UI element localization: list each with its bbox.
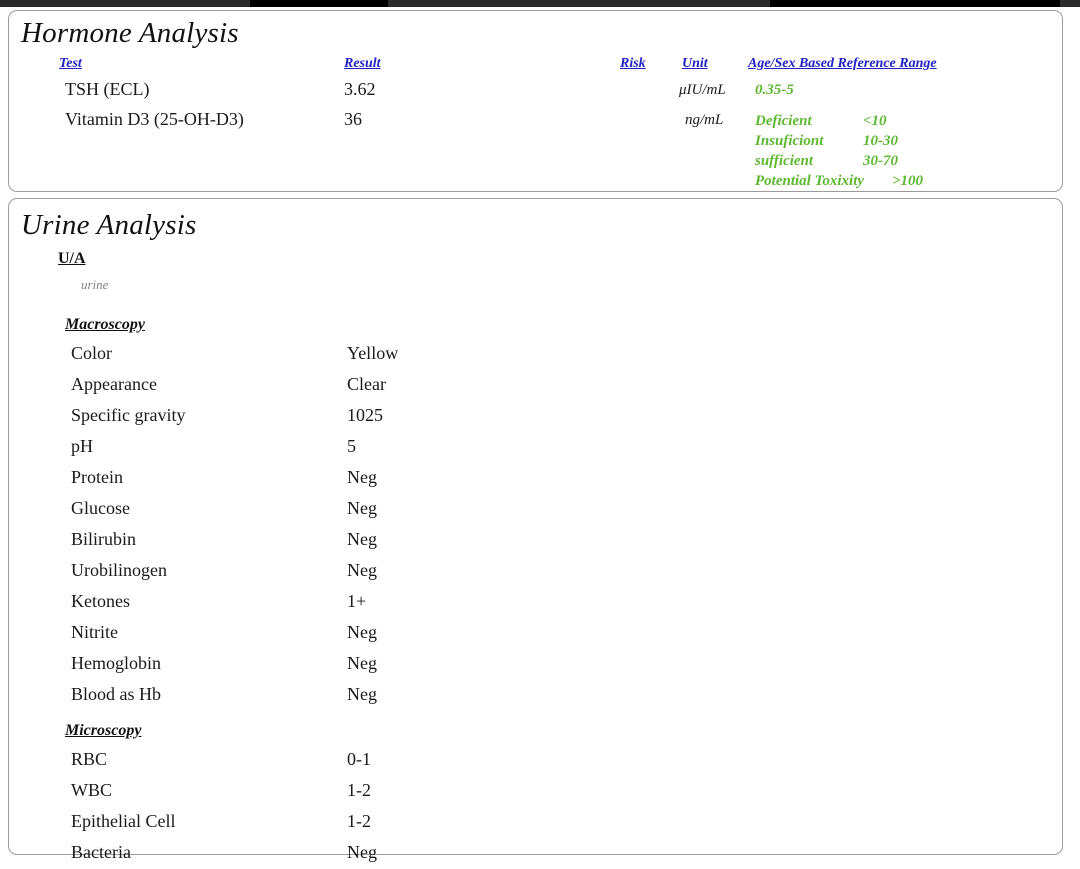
result-value: Neg	[347, 467, 377, 487]
result-label: Appearance	[71, 374, 157, 394]
result-label: Color	[71, 343, 113, 363]
column-header-reference-range: Age/Sex Based Reference Range	[748, 56, 937, 71]
result-label: Bacteria	[71, 842, 131, 862]
reference-range-label: sufficient	[755, 153, 814, 169]
result-label: Ketones	[71, 591, 130, 611]
result-label: Epithelial Cell	[71, 811, 176, 831]
result-value: Clear	[347, 374, 386, 394]
result-label: WBC	[71, 780, 113, 800]
result-value: Neg	[347, 842, 377, 862]
top-clipped-bar	[0, 0, 1080, 7]
result-value: 1+	[347, 591, 367, 611]
urine-analysis-panel: Urine Analysis U/A urine Macroscopy Colo…	[8, 198, 1063, 862]
result-value: Neg	[347, 560, 377, 580]
reference-range-value: 10-30	[863, 133, 898, 149]
urine-section-title: Urine Analysis	[21, 209, 197, 241]
table-row-result: 3.62	[344, 79, 376, 99]
column-header-risk: Risk	[620, 56, 646, 71]
result-value: 1-2	[347, 780, 371, 800]
result-label: Glucose	[71, 498, 130, 518]
reference-range-value: <10	[863, 113, 887, 129]
top-bar-segment-3	[1060, 0, 1080, 7]
reference-range-label: Deficient	[755, 113, 812, 129]
result-value: 0-1	[347, 749, 371, 769]
column-header-test: Test	[59, 56, 82, 71]
table-row-result: 36	[344, 109, 362, 129]
result-value: Neg	[347, 498, 377, 518]
reference-range-line: sufficient 30-70	[755, 152, 898, 170]
result-label: pH	[71, 436, 93, 456]
top-bar-segment-1	[0, 0, 250, 7]
reference-range-label: Insuficiont	[755, 133, 824, 149]
reference-range-line: Deficient <10	[755, 112, 887, 130]
top-bar-segment-2	[388, 0, 770, 7]
result-label: RBC	[71, 749, 108, 769]
reference-range-label: Potential Toxixity	[755, 173, 865, 189]
column-header-unit: Unit	[682, 56, 708, 71]
result-label: Urobilinogen	[71, 560, 167, 580]
result-value: Neg	[347, 622, 377, 642]
result-value: 1025	[347, 405, 383, 425]
result-label: Blood as Hb	[71, 684, 161, 704]
result-label: Hemoglobin	[71, 653, 161, 673]
hormone-section-title: Hormone Analysis	[21, 17, 239, 49]
reference-range-value: >100	[892, 173, 924, 189]
urine-panel-code: U/A	[58, 250, 86, 267]
result-label: Nitrite	[71, 622, 118, 642]
table-row-unit: ng/mL	[685, 112, 724, 128]
result-label: Bilirubin	[71, 529, 137, 549]
result-label: Protein	[71, 467, 123, 487]
result-value: Neg	[347, 684, 377, 704]
group-heading-macroscopy: Macroscopy	[65, 316, 145, 333]
reference-range-line: Insuficiont 10-30	[755, 132, 898, 150]
result-label: Specific gravity	[71, 405, 186, 425]
group-heading-microscopy: Microscopy	[65, 722, 142, 739]
result-value: 5	[347, 436, 356, 456]
specimen-type: urine	[81, 277, 109, 292]
table-row-test-name: TSH (ECL)	[65, 79, 150, 99]
reference-range-value: 30-70	[863, 153, 898, 169]
result-value: Yellow	[347, 343, 399, 363]
reference-range-line: Potential Toxixity >100	[755, 172, 923, 190]
table-row-test-name: Vitamin D3 (25-OH-D3)	[65, 109, 244, 129]
result-value: 1-2	[347, 811, 371, 831]
column-header-result: Result	[344, 56, 381, 71]
result-value: Neg	[347, 529, 377, 549]
hormone-analysis-panel: Hormone Analysis Test Result Risk Unit A…	[8, 10, 1063, 192]
table-row-reference-range: 0.35-5	[755, 82, 794, 98]
result-value: Neg	[347, 653, 377, 673]
table-row-unit: μIU/mL	[679, 82, 726, 98]
